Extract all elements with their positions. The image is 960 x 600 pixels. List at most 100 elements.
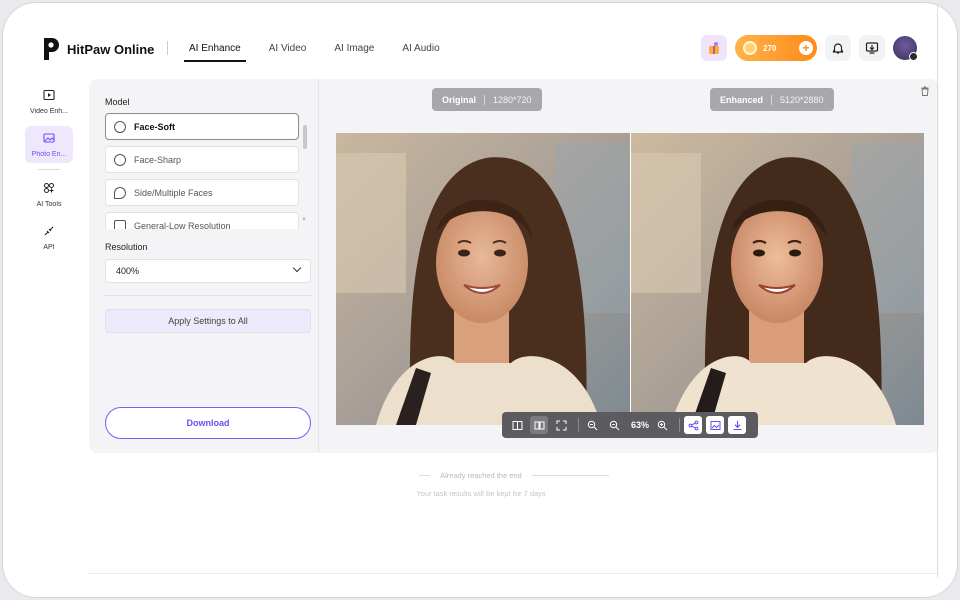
coin-icon [743,41,757,55]
share-button[interactable] [684,416,703,434]
settings-divider [105,295,311,296]
header-divider [167,41,168,55]
chevron-down-icon [292,263,302,273]
face-soft-icon [114,120,126,133]
promo-button[interactable] [701,35,727,61]
trash-icon[interactable] [919,85,931,97]
model-option-side-multiple-faces[interactable]: Side/Multiple Faces [105,179,299,206]
rail-label: Video Enh... [29,108,68,115]
toolbar-divider [578,418,579,432]
zoom-in-icon [657,420,667,430]
left-rail: Video Enh... Photo En... AI Tools API [25,83,77,262]
ai-tools-icon [44,183,54,193]
preview-toolbar: 63% [502,412,758,438]
nav-ai-video[interactable]: AI Video [261,37,315,60]
credits-pill[interactable]: 270 + [735,35,817,61]
end-text: Already reached the end [430,471,532,480]
settings-panel: Model Face-Soft Face-Sharp Side/Multiple… [89,79,319,453]
model-label: Model [105,97,130,107]
tag-divider [484,94,486,105]
model-option-label: Side/Multiple Faces [134,187,213,198]
model-option-label: General-Low Resolution [134,220,231,230]
main-nav: AI Enhance AI Video AI Image AI Audio [181,37,460,62]
rail-label: AI Tools [36,201,62,208]
notifications-button[interactable] [825,35,851,61]
face-sharp-icon [114,153,126,166]
split-view-button[interactable] [508,416,526,434]
hitpaw-logo-icon [44,38,59,60]
model-option-label: Face-Soft [134,121,176,132]
model-option-face-soft[interactable]: Face-Soft [105,113,299,140]
bottom-divider [89,573,939,574]
brand-name: HitPaw Online [67,41,155,57]
zoom-out-button[interactable] [583,416,601,434]
nav-ai-enhance[interactable]: AI Enhance [181,37,249,62]
avatar-badge [909,52,918,61]
top-bar: HitPaw Online AI Enhance AI Video AI Ima… [3,3,957,81]
model-option-face-sharp[interactable]: Face-Sharp [105,146,299,173]
download-image-button[interactable] [728,416,747,434]
original-tag: Original 1280*720 [432,88,542,111]
fullscreen-button[interactable] [552,416,570,434]
zoom-level: 63% [631,420,650,430]
toolbar-divider [679,418,681,432]
gift-icon [709,42,719,54]
end-of-results: Already reached the end [3,471,957,480]
model-option-general-low-resolution[interactable]: General-Low Resolution [105,212,299,229]
apply-settings-button[interactable]: Apply Settings to All [105,309,311,333]
enhanced-tag: Enhanced 5120*2880 [710,88,834,111]
original-label: Original [442,94,477,105]
download-icon [733,420,742,430]
workspace-card: Model Face-Soft Face-Sharp Side/Multiple… [89,79,939,453]
zoom-reset-button[interactable] [605,416,623,434]
bell-icon [832,43,844,54]
brand-logo[interactable]: HitPaw Online [41,36,154,62]
compare-export-button[interactable] [706,416,725,434]
resolution-label: Resolution [105,242,148,252]
side-by-side-icon [534,421,544,429]
preview-panel: Original 1280*720 Enhanced 5120*2880 63% [320,79,939,453]
retention-note: Your task results will be kept for 7 day… [416,489,546,498]
rail-item-video-enhance[interactable]: Video Enh... [25,83,73,120]
rail-item-ai-tools[interactable]: AI Tools [25,176,73,213]
desktop-app-button[interactable] [859,35,885,61]
zoom-in-button[interactable] [653,416,671,434]
model-list: Face-Soft Face-Sharp Side/Multiple Faces… [105,113,299,229]
api-icon [44,226,54,236]
download-button[interactable]: Download [105,407,311,439]
credits-count: 270 [763,43,777,53]
portrait-photo-enhanced [631,133,924,425]
nav-ai-image[interactable]: AI Image [326,37,382,60]
enhanced-label: Enhanced [720,94,764,105]
enhanced-resolution: 5120*2880 [780,94,824,105]
model-list-scrollbar[interactable] [303,125,307,149]
rail-label: Photo En... [31,151,67,158]
original-image[interactable] [336,133,630,425]
rail-item-photo-enhance[interactable]: Photo En... [25,126,73,163]
image-compare-icon [710,420,721,430]
header-actions: 270 + [701,35,918,61]
zoom-out-icon [587,420,597,430]
page-scrollbar-track[interactable] [937,3,938,577]
video-enhance-icon [43,89,55,101]
model-option-label: Face-Sharp [134,154,182,165]
rail-label: API [43,244,55,251]
original-resolution: 1280*720 [493,94,532,105]
tag-divider [771,94,773,105]
side-by-side-button[interactable] [530,416,548,434]
enhanced-image[interactable] [630,133,924,425]
nav-ai-audio[interactable]: AI Audio [394,37,447,60]
share-icon [688,420,698,430]
scroll-down-icon[interactable]: ▼ [301,217,307,223]
side-faces-icon [114,186,126,199]
add-credits-icon[interactable]: + [799,41,813,55]
app-window: HitPaw Online AI Enhance AI Video AI Ima… [2,2,958,598]
resolution-value: 400% [116,266,140,276]
rail-divider [38,169,60,170]
rail-item-api[interactable]: API [25,219,73,256]
monitor-download-icon [865,42,879,54]
resolution-select[interactable]: 400% [105,259,311,283]
user-avatar[interactable] [893,36,918,61]
zoom-minus-icon [609,420,619,430]
portrait-photo [336,133,630,425]
